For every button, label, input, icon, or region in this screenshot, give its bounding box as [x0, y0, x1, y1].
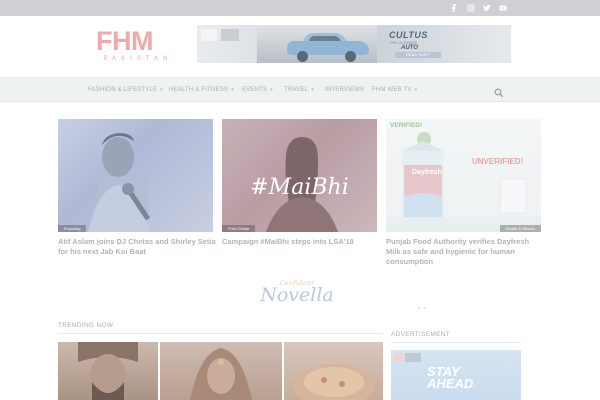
- banner-headline: CULTUS: [389, 30, 428, 40]
- site-logo[interactable]: FHM PAKISTAN: [96, 28, 180, 64]
- carousel-dots[interactable]: ● ●: [418, 305, 427, 310]
- article-title[interactable]: Punjab Food Authority verifies Dayfresh …: [386, 237, 544, 267]
- featured-image-dayfresh[interactable]: VERIFIED! Dayfresh UNVERIFIED! Health & …: [386, 119, 541, 232]
- bride-image: [190, 348, 252, 400]
- suzuki-logo: [394, 353, 403, 362]
- trending-heading: TRENDING NOW: [58, 322, 114, 329]
- nav-item-fhm-web-tv[interactable]: FHM WEB TV ▾: [372, 78, 417, 102]
- category-badge[interactable]: FHM Chime: [222, 225, 256, 232]
- instagram-icon[interactable]: [464, 2, 478, 14]
- divider: [58, 333, 383, 334]
- chevron-down-icon: ▾: [160, 87, 163, 93]
- nav-item-fashion-lifestyle[interactable]: FASHION & LIFESTYLE ▾: [88, 78, 163, 102]
- nav-item-label: INTERVIEWS: [325, 87, 365, 93]
- novella-logo-text: Novella: [260, 284, 334, 306]
- category-badge[interactable]: Exposing: [58, 225, 87, 232]
- banner-line2: AUTO: [401, 45, 418, 51]
- nav-item-label: EVENTS: [242, 87, 268, 93]
- nav-item-events[interactable]: EVENTS ▾: [242, 78, 273, 102]
- unverified-text: UNVERIFIED!: [472, 157, 524, 166]
- ad-headline: STAY AHEAD: [427, 364, 474, 391]
- nav-item-label: TRAVEL: [284, 87, 309, 93]
- top-bar: [0, 0, 600, 16]
- milk-carton-image: [386, 132, 541, 232]
- trending-image[interactable]: [160, 342, 282, 400]
- sidebar-ad[interactable]: STAY AHEAD: [391, 350, 521, 400]
- nav-item-interviews[interactable]: INTERVIEWS: [325, 78, 364, 102]
- nav-item-travel[interactable]: TRAVEL ▾: [284, 78, 314, 102]
- nav-item-label: HEALTH & FITNESS: [169, 87, 229, 93]
- chevron-down-icon: ▾: [231, 87, 234, 93]
- nav-item-label: FHM WEB TV: [372, 87, 412, 93]
- facebook-icon[interactable]: [447, 2, 461, 14]
- nav-item-label: FASHION & LIFESTYLE: [88, 87, 158, 93]
- novella-ad[interactable]: Confident Novella: [245, 280, 349, 310]
- nav-item-health-fitness[interactable]: HEALTH & FITNESS ▾: [169, 78, 234, 102]
- featured-image-maibhi[interactable]: #MaiBhi FHM Chime: [222, 119, 377, 232]
- food-image: [294, 364, 374, 400]
- youtube-icon[interactable]: [496, 2, 510, 14]
- logo-subtitle: PAKISTAN: [103, 56, 173, 62]
- logo-wordmark: FHM: [96, 26, 153, 56]
- banner-line3: GEAR SHIFT: [395, 52, 441, 58]
- chevron-down-icon: ▾: [414, 87, 418, 93]
- brand-badge: [221, 29, 239, 41]
- article-title[interactable]: Atif Aslam joins DJ Chetas and Shirley S…: [58, 237, 216, 257]
- divider: [391, 342, 521, 343]
- bearded-man-image: [78, 342, 138, 400]
- trending-image[interactable]: [284, 342, 383, 400]
- person-with-microphone-image: [88, 133, 151, 232]
- chevron-down-icon: ▾: [270, 87, 273, 93]
- trending-image[interactable]: [58, 342, 158, 400]
- maibhi-overlay-text: #MaiBhi: [250, 175, 349, 200]
- main-nav: FASHION & LIFESTYLE ▾ HEALTH & FITNESS ▾ E…: [0, 77, 600, 102]
- suzuki-logo: [201, 29, 217, 41]
- chevron-down-icon: ▾: [311, 87, 314, 93]
- category-badge[interactable]: Health & Fitness: [499, 225, 541, 232]
- product-label: Dayfresh: [412, 169, 442, 176]
- brand-badge: [405, 353, 421, 362]
- twitter-icon[interactable]: [480, 2, 494, 14]
- header-banner-ad[interactable]: CULTUS THE ULTIMATE AUTO GEAR SHIFT: [197, 25, 511, 63]
- advertisement-heading: ADVERTISEMENT: [391, 331, 451, 338]
- car-image: [287, 33, 369, 62]
- search-icon[interactable]: [494, 85, 504, 98]
- article-title[interactable]: Campaign #MaiBhi steps into LSA'18: [222, 237, 380, 247]
- featured-image-atif-aslam[interactable]: Exposing: [58, 119, 213, 232]
